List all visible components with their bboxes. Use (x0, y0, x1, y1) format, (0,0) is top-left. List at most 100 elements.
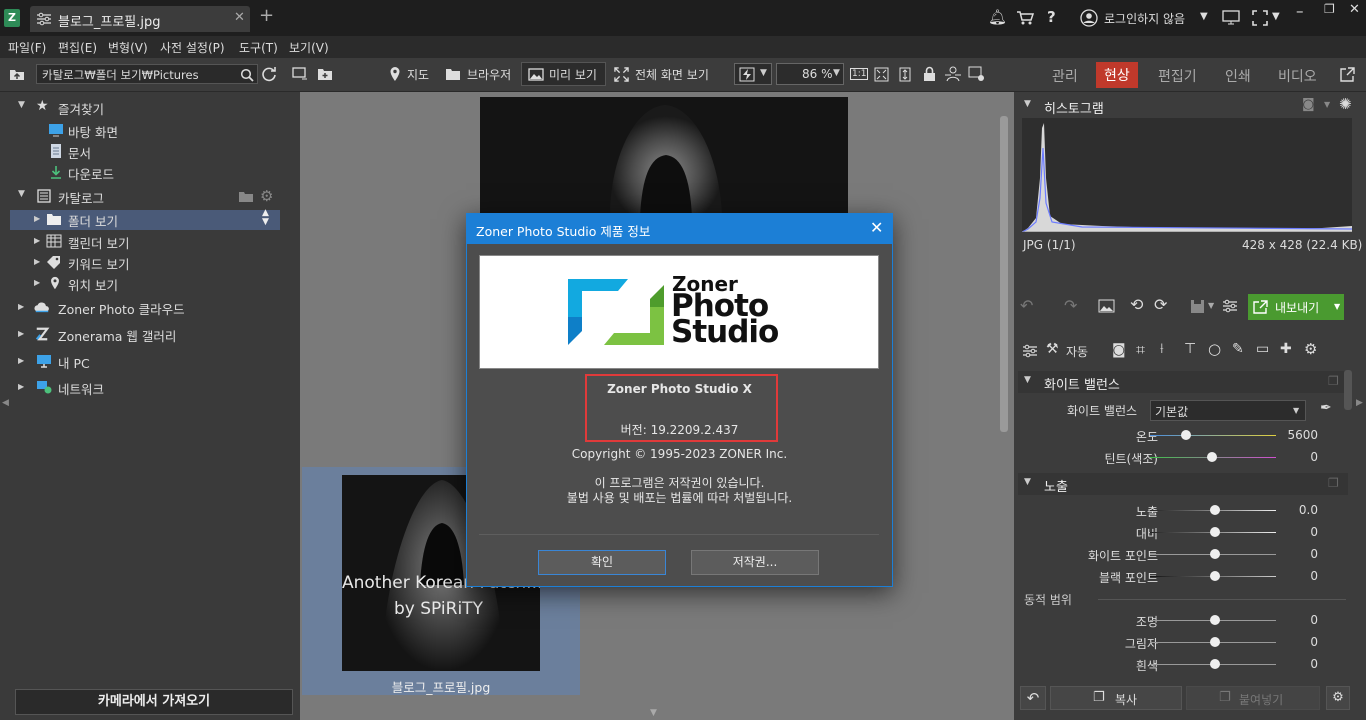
chevron-down-icon[interactable]: ▼ (1272, 11, 1280, 22)
white-point-slider[interactable]: 화이트 포인트 0 (1018, 545, 1348, 565)
slider-knob[interactable] (1210, 549, 1220, 559)
auto-button[interactable]: 자동 (1066, 343, 1088, 360)
white-balance-header[interactable]: ▼ 화이트 밸런스 ❐ (1018, 371, 1348, 393)
gear-icon[interactable]: ⚙ (260, 187, 273, 205)
collapse-arrow-icon[interactable]: ▼ (1024, 477, 1031, 487)
import-from-camera-button[interactable]: 카메라에서 가져오기 (15, 689, 293, 715)
zoom-select[interactable]: 86 % ▼ (776, 63, 844, 85)
slider-value[interactable]: 0 (1310, 657, 1318, 671)
tree-documents[interactable]: 문서 (10, 142, 280, 162)
chevron-down-icon[interactable]: ▼ (1324, 100, 1330, 109)
slider-value[interactable]: 0 (1310, 613, 1318, 627)
bandage-icon[interactable]: ✚ (1280, 341, 1292, 357)
close-tab-icon[interactable]: ✕ (234, 10, 245, 25)
browser-button[interactable]: 브라우저 (467, 66, 511, 83)
refresh-icon[interactable] (261, 66, 277, 82)
sliders-icon[interactable] (1022, 344, 1038, 358)
tree-network[interactable]: ▶ 네트워크 (10, 378, 280, 398)
flash-dropdown[interactable]: ▼ (734, 63, 772, 85)
mode-develop[interactable]: 현상 (1096, 62, 1138, 88)
expand-arrow-icon[interactable]: ▶ (34, 278, 40, 287)
paste-settings-button[interactable]: ⚙ (1326, 686, 1350, 710)
expand-arrow-icon[interactable]: ▶ (18, 356, 24, 365)
rotate-left-icon[interactable]: ⟲ (1130, 295, 1143, 314)
sun-icon[interactable]: ✺ (1339, 95, 1352, 113)
fullscreen-icon[interactable] (1252, 10, 1268, 26)
mode-print[interactable]: 인쇄 (1225, 66, 1251, 86)
expand-arrow-icon[interactable]: ▶ (18, 302, 24, 311)
perspective-icon[interactable]: ⟊ (1160, 341, 1164, 357)
map-button[interactable]: 지도 (407, 66, 429, 83)
collapse-arrow-icon[interactable]: ▼ (18, 189, 25, 199)
collapse-arrow-icon[interactable]: ▼ (1024, 375, 1031, 385)
close-window-icon[interactable]: ✕ (1349, 2, 1360, 17)
slider-knob[interactable] (1210, 505, 1220, 515)
tree-my-pc[interactable]: ▶ 내 PC (10, 352, 280, 372)
chevron-down-icon[interactable]: ▼ (1200, 11, 1208, 22)
mode-editor[interactable]: 편집기 (1158, 66, 1197, 86)
ok-button[interactable]: 확인 (538, 550, 666, 575)
tint-slider[interactable]: 틴트(색조) 0 (1018, 448, 1348, 468)
slider-knob[interactable] (1207, 452, 1217, 462)
compare-icon[interactable] (944, 66, 962, 82)
mode-video[interactable]: 비디오 (1278, 66, 1317, 86)
tree-favorites[interactable]: ▼ ★ 즐겨찾기 (10, 98, 280, 118)
sort-arrows-icon[interactable]: ▲ ▼ (262, 209, 269, 227)
help-icon[interactable]: ? (1047, 8, 1056, 26)
tree-calendar-view[interactable]: ▶ 캘린더 보기 (10, 232, 280, 252)
cart-icon[interactable] (1016, 10, 1034, 26)
image-preview[interactable] (480, 97, 848, 217)
vertical-scrollbar[interactable] (1000, 116, 1008, 432)
add-folder-icon[interactable] (238, 190, 254, 203)
exposure-slider[interactable]: 노출 0.0 (1018, 501, 1348, 521)
collapse-arrow-icon[interactable]: ▼ (1024, 99, 1031, 109)
tree-catalog[interactable]: ▼ 카탈로그 ⚙ (10, 187, 280, 207)
save-icon[interactable] (1190, 299, 1205, 314)
document-tab[interactable]: 블로그_프로필.jpg ✕ (30, 6, 250, 32)
tree-downloads[interactable]: 다운로드 (10, 163, 280, 183)
settings-image-icon[interactable] (968, 66, 986, 82)
slider-value[interactable]: 5600 (1287, 428, 1318, 442)
collapse-left-icon[interactable]: ◀ (2, 398, 9, 408)
slider-value[interactable]: 0 (1310, 635, 1318, 649)
crop-icon[interactable]: ⌗ (1136, 340, 1145, 360)
slider-knob[interactable] (1210, 615, 1220, 625)
slider-knob[interactable] (1210, 571, 1220, 581)
tree-keyword-view[interactable]: ▶ 키워드 보기 (10, 253, 280, 273)
menu-edit[interactable]: 편집(E) (58, 39, 97, 56)
histogram-header[interactable]: ▼ 히스토그램 ◙ ▼ ✺ (1018, 95, 1352, 117)
temperature-slider[interactable]: 온도 5600 (1018, 426, 1348, 446)
sliders-icon[interactable] (1222, 299, 1238, 313)
slider-value[interactable]: 0 (1310, 450, 1318, 464)
copy-settings-icon[interactable]: ❐ (1328, 374, 1339, 388)
minimize-icon[interactable]: – (1296, 2, 1304, 20)
camera-icon[interactable]: ◙ (1302, 97, 1315, 112)
image-icon[interactable] (1098, 299, 1115, 313)
export-button[interactable]: 내보내기 ▼ (1248, 294, 1344, 320)
black-point-slider[interactable]: 블랙 포인트 0 (1018, 567, 1348, 587)
preview-button[interactable]: 미리 보기 (521, 62, 606, 86)
zoom-1to1-button[interactable]: 1:1 (850, 68, 869, 80)
folder-up-icon[interactable] (9, 67, 25, 81)
slider-knob[interactable] (1181, 430, 1191, 440)
slider-value[interactable]: 0 (1310, 525, 1318, 539)
magic-wand-icon[interactable]: ⚒ (1046, 341, 1059, 357)
paste-button[interactable]: ❐ 붙여넣기 (1186, 686, 1320, 710)
external-window-icon[interactable] (1340, 67, 1355, 82)
shadows-slider[interactable]: 그림자 0 (1018, 633, 1348, 653)
sort-icon[interactable] (292, 67, 308, 81)
rotate-right-icon[interactable]: ⟳ (1154, 295, 1167, 314)
slider-knob[interactable] (1210, 659, 1220, 669)
new-folder-icon[interactable] (317, 67, 333, 81)
tree-folder-view[interactable]: ▶ 폴더 보기 ▲ ▼ (10, 209, 280, 230)
tree-zonerama[interactable]: ▶ Zonerama 웹 갤러리 (10, 325, 280, 345)
camera-icon[interactable]: ◙ (1112, 342, 1126, 358)
contrast-slider[interactable]: 대비 0 (1018, 523, 1348, 543)
undo-icon[interactable]: ↶ (1020, 296, 1033, 315)
chevron-down-icon[interactable]: ▼ (1208, 301, 1214, 310)
fullscreen-button[interactable]: 전체 화면 보기 (635, 66, 709, 83)
exposure-header[interactable]: ▼ 노출 ❐ (1018, 473, 1348, 495)
tree-zoner-cloud[interactable]: ▶ Zoner Photo 클라우드 (10, 298, 280, 318)
menu-presets[interactable]: 사전 설정(P) (160, 39, 225, 56)
slider-value[interactable]: 0 (1310, 569, 1318, 583)
